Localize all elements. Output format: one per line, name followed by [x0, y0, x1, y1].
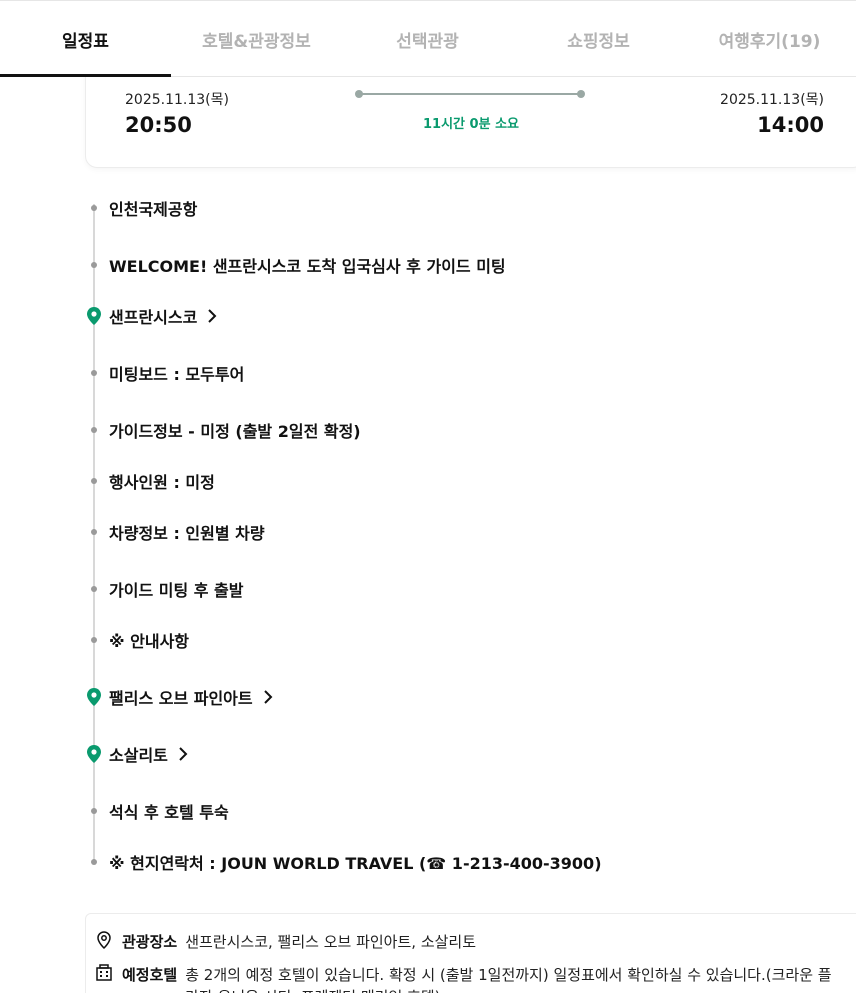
tab-label: 일정표	[62, 31, 109, 52]
hotel-icon	[96, 964, 112, 981]
location-icon	[97, 931, 111, 950]
timeline-text: 소살리토	[109, 746, 168, 765]
tab-label: 호텔&관광정보	[202, 31, 311, 52]
chevron-right-icon	[179, 747, 188, 761]
timeline-text: 팰리스 오브 파인아트	[109, 689, 253, 708]
route-end-dot	[577, 90, 585, 98]
arrival-date: 2025.11.13(목)	[720, 92, 824, 108]
timeline-text: 차량정보 : 인원별 차량	[109, 524, 265, 543]
sights-value: 샌프란시스코, 팰리스 오브 파인아트, 소살리토	[185, 933, 477, 951]
hotel-label: 예정호텔	[122, 966, 178, 984]
tab-hotel-sightseeing[interactable]: 호텔&관광정보	[171, 1, 342, 77]
hotel-row: 예정호텔 총 2개의 예정 호텔이 있습니다. 확정 시 (출발 1일전까지) …	[94, 964, 854, 993]
tour-info-box: 관광장소 샌프란시스코, 팰리스 오브 파인아트, 소살리토 예정호텔 총 2개…	[85, 913, 856, 993]
timeline-text: 샌프란시스코	[109, 308, 198, 327]
sights-row: 관광장소 샌프란시스코, 팰리스 오브 파인아트, 소살리토	[94, 931, 476, 953]
timeline-dot	[91, 808, 97, 814]
active-tab-indicator	[0, 74, 171, 77]
timeline-text: WELCOME! 샌프란시스코 도착 입국심사 후 가이드 미팅	[109, 257, 506, 276]
sights-label: 관광장소	[122, 933, 178, 951]
timeline-dot	[91, 262, 97, 268]
timeline-text: 가이드 미팅 후 출발	[109, 581, 244, 600]
map-pin-icon	[87, 745, 101, 763]
departure-time: 20:50	[125, 113, 192, 137]
tab-label: 쇼핑정보	[567, 31, 630, 52]
timeline-dot	[91, 529, 97, 535]
hotel-value: 총 2개의 예정 호텔이 있습니다. 확정 시 (출발 1일전까지) 일정표에서…	[185, 966, 832, 993]
tab-optional-tour[interactable]: 선택관광	[342, 1, 513, 77]
tab-schedule[interactable]: 일정표	[0, 1, 171, 77]
timeline-text: ※ 안내사항	[109, 632, 190, 651]
tab-label: 선택관광	[396, 31, 459, 52]
timeline-text: ※ 현지연락처 : JOUN WORLD TRAVEL (☎ 1-213-400…	[109, 854, 602, 873]
arrival-time: 14:00	[757, 113, 824, 137]
timeline-dot	[91, 205, 97, 211]
timeline-dot	[91, 478, 97, 484]
tab-shopping[interactable]: 쇼핑정보	[513, 1, 684, 77]
timeline-dot	[91, 427, 97, 433]
timeline-text: 행사인원 : 미정	[109, 473, 215, 492]
tab-label: 여행후기(19)	[718, 31, 821, 52]
tab-bar: 일정표 호텔&관광정보 선택관광 쇼핑정보 여행후기(19)	[0, 0, 856, 77]
chevron-right-icon	[263, 690, 273, 704]
route-line	[358, 93, 582, 95]
timeline-text: 인천국제공항	[109, 200, 198, 219]
flight-duration: 11시간 0분 소요	[423, 117, 519, 132]
map-pin-icon	[87, 307, 101, 325]
timeline-dot	[91, 637, 97, 643]
chevron-right-icon	[208, 309, 217, 323]
timeline-text: 미팅보드 : 모두투어	[109, 365, 245, 384]
timeline-dot	[91, 370, 97, 376]
timeline-dot	[91, 586, 97, 592]
tab-reviews[interactable]: 여행후기(19)	[684, 1, 855, 77]
map-pin-icon	[87, 688, 101, 706]
timeline-text: 가이드정보 - 미정 (출발 2일전 확정)	[109, 422, 361, 441]
departure-date: 2025.11.13(목)	[125, 92, 229, 108]
timeline-text: 석식 후 호텔 투숙	[109, 803, 229, 822]
timeline-dot	[91, 859, 97, 865]
